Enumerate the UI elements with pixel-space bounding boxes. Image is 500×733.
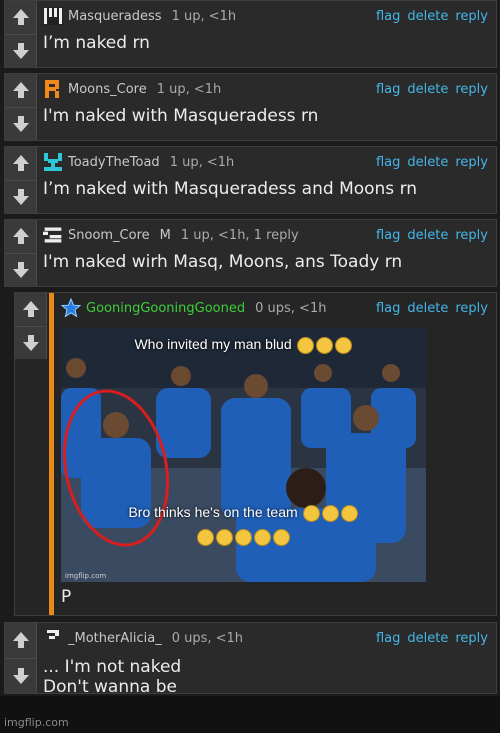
meme-emoji-row	[61, 528, 426, 546]
flag-link[interactable]: flag	[376, 301, 400, 316]
flag-link[interactable]: flag	[376, 155, 400, 170]
sleeping-face-icon	[254, 528, 271, 546]
downvote-button[interactable]	[5, 253, 37, 286]
up-arrow-icon	[12, 155, 29, 172]
delete-link[interactable]: delete	[407, 228, 448, 243]
upvote-button[interactable]	[5, 623, 37, 659]
meme-top-caption: Who invited my man blud	[61, 336, 426, 354]
down-arrow-icon	[12, 42, 29, 59]
username[interactable]: Snoom_Core	[68, 228, 150, 243]
sleeping-face-icon	[321, 504, 339, 522]
upvote-button[interactable]	[5, 74, 37, 108]
up-arrow-icon	[22, 301, 39, 318]
upvote-button[interactable]	[15, 293, 47, 327]
comment-text: I’m naked rn	[43, 33, 150, 53]
delete-link[interactable]: delete	[407, 9, 448, 24]
username[interactable]: ToadyTheToad	[68, 155, 160, 170]
site-watermark: imgflip.com	[4, 716, 69, 729]
down-arrow-icon	[22, 334, 39, 351]
comment-text: I'm naked with Masqueradess rn	[43, 106, 319, 126]
meme-bottom-caption: Bro thinks he's on the team	[61, 504, 426, 522]
comment-meta: 0 ups, <1h	[255, 300, 327, 316]
comment-text: I'm naked wirh Masq, Moons, ans Toady rn	[43, 252, 403, 272]
downvote-button[interactable]	[5, 658, 37, 693]
comment-meta: 1 up, <1h	[156, 81, 222, 97]
meme-watermark: imgflip.com	[65, 572, 107, 580]
vote-controls	[5, 147, 37, 213]
up-arrow-icon	[12, 228, 29, 245]
flag-link[interactable]: flag	[376, 631, 400, 646]
user-avatar[interactable]	[43, 628, 63, 648]
mod-badge: M	[159, 227, 171, 243]
upvote-button[interactable]	[5, 1, 37, 35]
sleeping-face-icon	[302, 504, 320, 522]
comment-meta: 0 ups, <1h	[171, 630, 244, 646]
delete-link[interactable]: delete	[407, 631, 448, 646]
sleeping-face-icon	[296, 336, 314, 354]
star-icon[interactable]	[61, 298, 81, 318]
upvote-button[interactable]	[5, 220, 37, 254]
down-arrow-icon	[12, 667, 29, 684]
vote-controls	[5, 623, 37, 693]
comment-text: P	[61, 587, 72, 607]
sleeping-face-icon	[334, 336, 352, 354]
username[interactable]: _MotherAlicia_	[68, 631, 162, 646]
down-arrow-icon	[12, 115, 29, 132]
comment-text-line-1: ... I'm not naked	[43, 657, 182, 677]
vote-controls	[5, 220, 37, 286]
vote-controls	[15, 293, 47, 359]
reply-link[interactable]: reply	[455, 301, 488, 316]
comment-2: Moons_Core 1 up, <1h flag delete reply I…	[4, 73, 497, 141]
username[interactable]: Moons_Core	[68, 82, 147, 97]
reply-link[interactable]: reply	[455, 155, 488, 170]
downvote-button[interactable]	[5, 107, 37, 140]
vote-controls	[5, 1, 37, 67]
up-arrow-icon	[12, 632, 29, 649]
up-arrow-icon	[12, 82, 29, 99]
reply-link[interactable]: reply	[455, 9, 488, 24]
user-avatar[interactable]	[43, 152, 63, 172]
comment-4: Snoom_Core M 1 up, <1h, 1 reply flag del…	[4, 219, 497, 287]
sleeping-face-icon	[197, 528, 214, 546]
up-arrow-icon	[12, 9, 29, 26]
downvote-button[interactable]	[5, 34, 37, 67]
username[interactable]: Masqueradess	[68, 9, 162, 24]
user-avatar[interactable]	[43, 6, 63, 26]
comment-6: _MotherAlicia_ 0 ups, <1h flag delete re…	[4, 622, 497, 697]
comment-meta: 1 up, <1h, 1 reply	[180, 227, 299, 243]
delete-link[interactable]: delete	[407, 301, 448, 316]
sleeping-face-icon	[235, 528, 252, 546]
username[interactable]: GooningGooningGooned	[86, 301, 245, 316]
flag-link[interactable]: flag	[376, 82, 400, 97]
meme-image[interactable]: Who invited my man blud Bro thinks he's …	[61, 328, 426, 582]
reply-thread-stripe	[49, 293, 54, 615]
sleeping-face-icon	[340, 504, 358, 522]
flag-link[interactable]: flag	[376, 228, 400, 243]
reply-link[interactable]: reply	[455, 228, 488, 243]
sleeping-face-icon	[315, 336, 333, 354]
comment-text: ... I'm not naked Don't wanna be	[43, 657, 488, 697]
comment-1: Masqueradess 1 up, <1h flag delete reply…	[4, 0, 497, 68]
comment-meta: 1 up, <1h	[169, 154, 235, 170]
downvote-button[interactable]	[15, 326, 47, 359]
upvote-button[interactable]	[5, 147, 37, 181]
delete-link[interactable]: delete	[407, 82, 448, 97]
comment-3: ToadyTheToad 1 up, <1h flag delete reply…	[4, 146, 497, 214]
user-avatar[interactable]	[43, 79, 63, 99]
down-arrow-icon	[12, 261, 29, 278]
sleeping-face-icon	[216, 528, 233, 546]
comment-text-line-2: Don't wanna be	[43, 677, 177, 697]
comment-meta: 1 up, <1h	[171, 8, 237, 24]
down-arrow-icon	[12, 188, 29, 205]
footer-bar	[0, 696, 500, 733]
downvote-button[interactable]	[5, 180, 37, 213]
reply-link[interactable]: reply	[455, 82, 488, 97]
flag-link[interactable]: flag	[376, 9, 400, 24]
delete-link[interactable]: delete	[407, 155, 448, 170]
reply-link[interactable]: reply	[455, 631, 488, 646]
comment-text: I’m naked with Masqueradess and Moons rn	[43, 179, 418, 199]
vote-controls	[5, 74, 37, 140]
user-avatar[interactable]	[43, 225, 63, 245]
sleeping-face-icon	[273, 528, 290, 546]
